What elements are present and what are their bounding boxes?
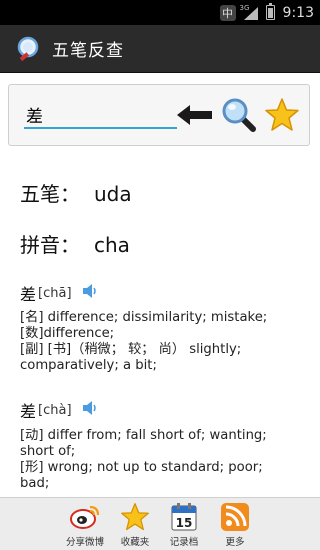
entry-pinyin: [chà] — [38, 402, 72, 418]
favorite-button[interactable] — [262, 95, 302, 135]
entry-definitions: [名] difference; dissimilarity; mistake; … — [20, 310, 290, 374]
entry-header: 差 [chà] — [20, 398, 98, 422]
favorites-label: 收藏夹 — [120, 537, 150, 548]
speaker-icon — [82, 401, 96, 415]
status-bar: 中 3G 9:13 — [0, 0, 320, 25]
entry-pinyin: [chā] — [38, 285, 72, 301]
definition-line: [数]difference; — [20, 326, 115, 341]
history-button[interactable]: 15 记录档 — [157, 501, 211, 549]
calendar-day: 15 — [176, 516, 193, 530]
magnifier-icon — [222, 98, 256, 132]
definition-line: [副] [书]（稍微； 较； 尚） slightly; comparativel… — [20, 342, 242, 373]
pinyin-label: 拼音： — [20, 233, 80, 257]
pinyin-value: cha — [94, 233, 130, 257]
wubi-label: 五笔： — [20, 182, 80, 206]
more-button[interactable]: 更多 — [208, 501, 262, 549]
rss-icon — [221, 503, 249, 531]
definition-line: [动] differ from; fall short of; wanting;… — [20, 428, 267, 459]
search-bar — [8, 84, 310, 146]
wubi-code: uda — [94, 182, 132, 206]
speaker-button[interactable] — [82, 400, 98, 420]
signal-icon: 3G — [240, 4, 260, 21]
speaker-button[interactable] — [82, 283, 98, 303]
calendar-icon: 15 — [171, 503, 197, 531]
ime-indicator: 中 — [219, 4, 236, 21]
share-weibo-button[interactable]: 分享微博 — [58, 501, 112, 549]
entry-header: 差 [chā] — [20, 281, 98, 305]
more-label: 更多 — [225, 537, 245, 548]
definition-line: [形] wrong; not up to standard; poor; bad… — [20, 460, 263, 491]
pinyin-result: 拼音： cha — [20, 229, 130, 258]
history-label: 记录档 — [169, 537, 199, 548]
share-weibo-label: 分享微博 — [65, 537, 104, 548]
arrow-left-icon — [177, 105, 212, 125]
wubi-result: 五笔： uda — [20, 178, 132, 207]
entry-definitions: [动] differ from; fall short of; wanting;… — [20, 428, 290, 492]
favorites-button[interactable]: 收藏夹 — [108, 501, 162, 549]
entry-char: 差 — [20, 285, 37, 304]
clock: 9:13 — [282, 4, 314, 21]
definition-line: [名] difference; dissimilarity; mistake; — [20, 310, 268, 325]
search-input[interactable] — [24, 101, 177, 129]
star-icon — [121, 503, 149, 531]
app-title: 五笔反查 — [52, 41, 124, 61]
speaker-icon — [82, 284, 96, 298]
star-icon — [265, 98, 299, 131]
bottom-toolbar: 分享微博 收藏夹 15 记录档 更多 — [0, 497, 320, 550]
app-title-bar: 五笔反查 — [0, 25, 320, 73]
entry-char: 差 — [20, 402, 37, 421]
search-button[interactable] — [219, 95, 259, 135]
backspace-button[interactable] — [175, 95, 215, 135]
app-logo-icon — [14, 35, 42, 63]
battery-icon — [265, 3, 275, 20]
weibo-icon — [70, 505, 100, 529]
